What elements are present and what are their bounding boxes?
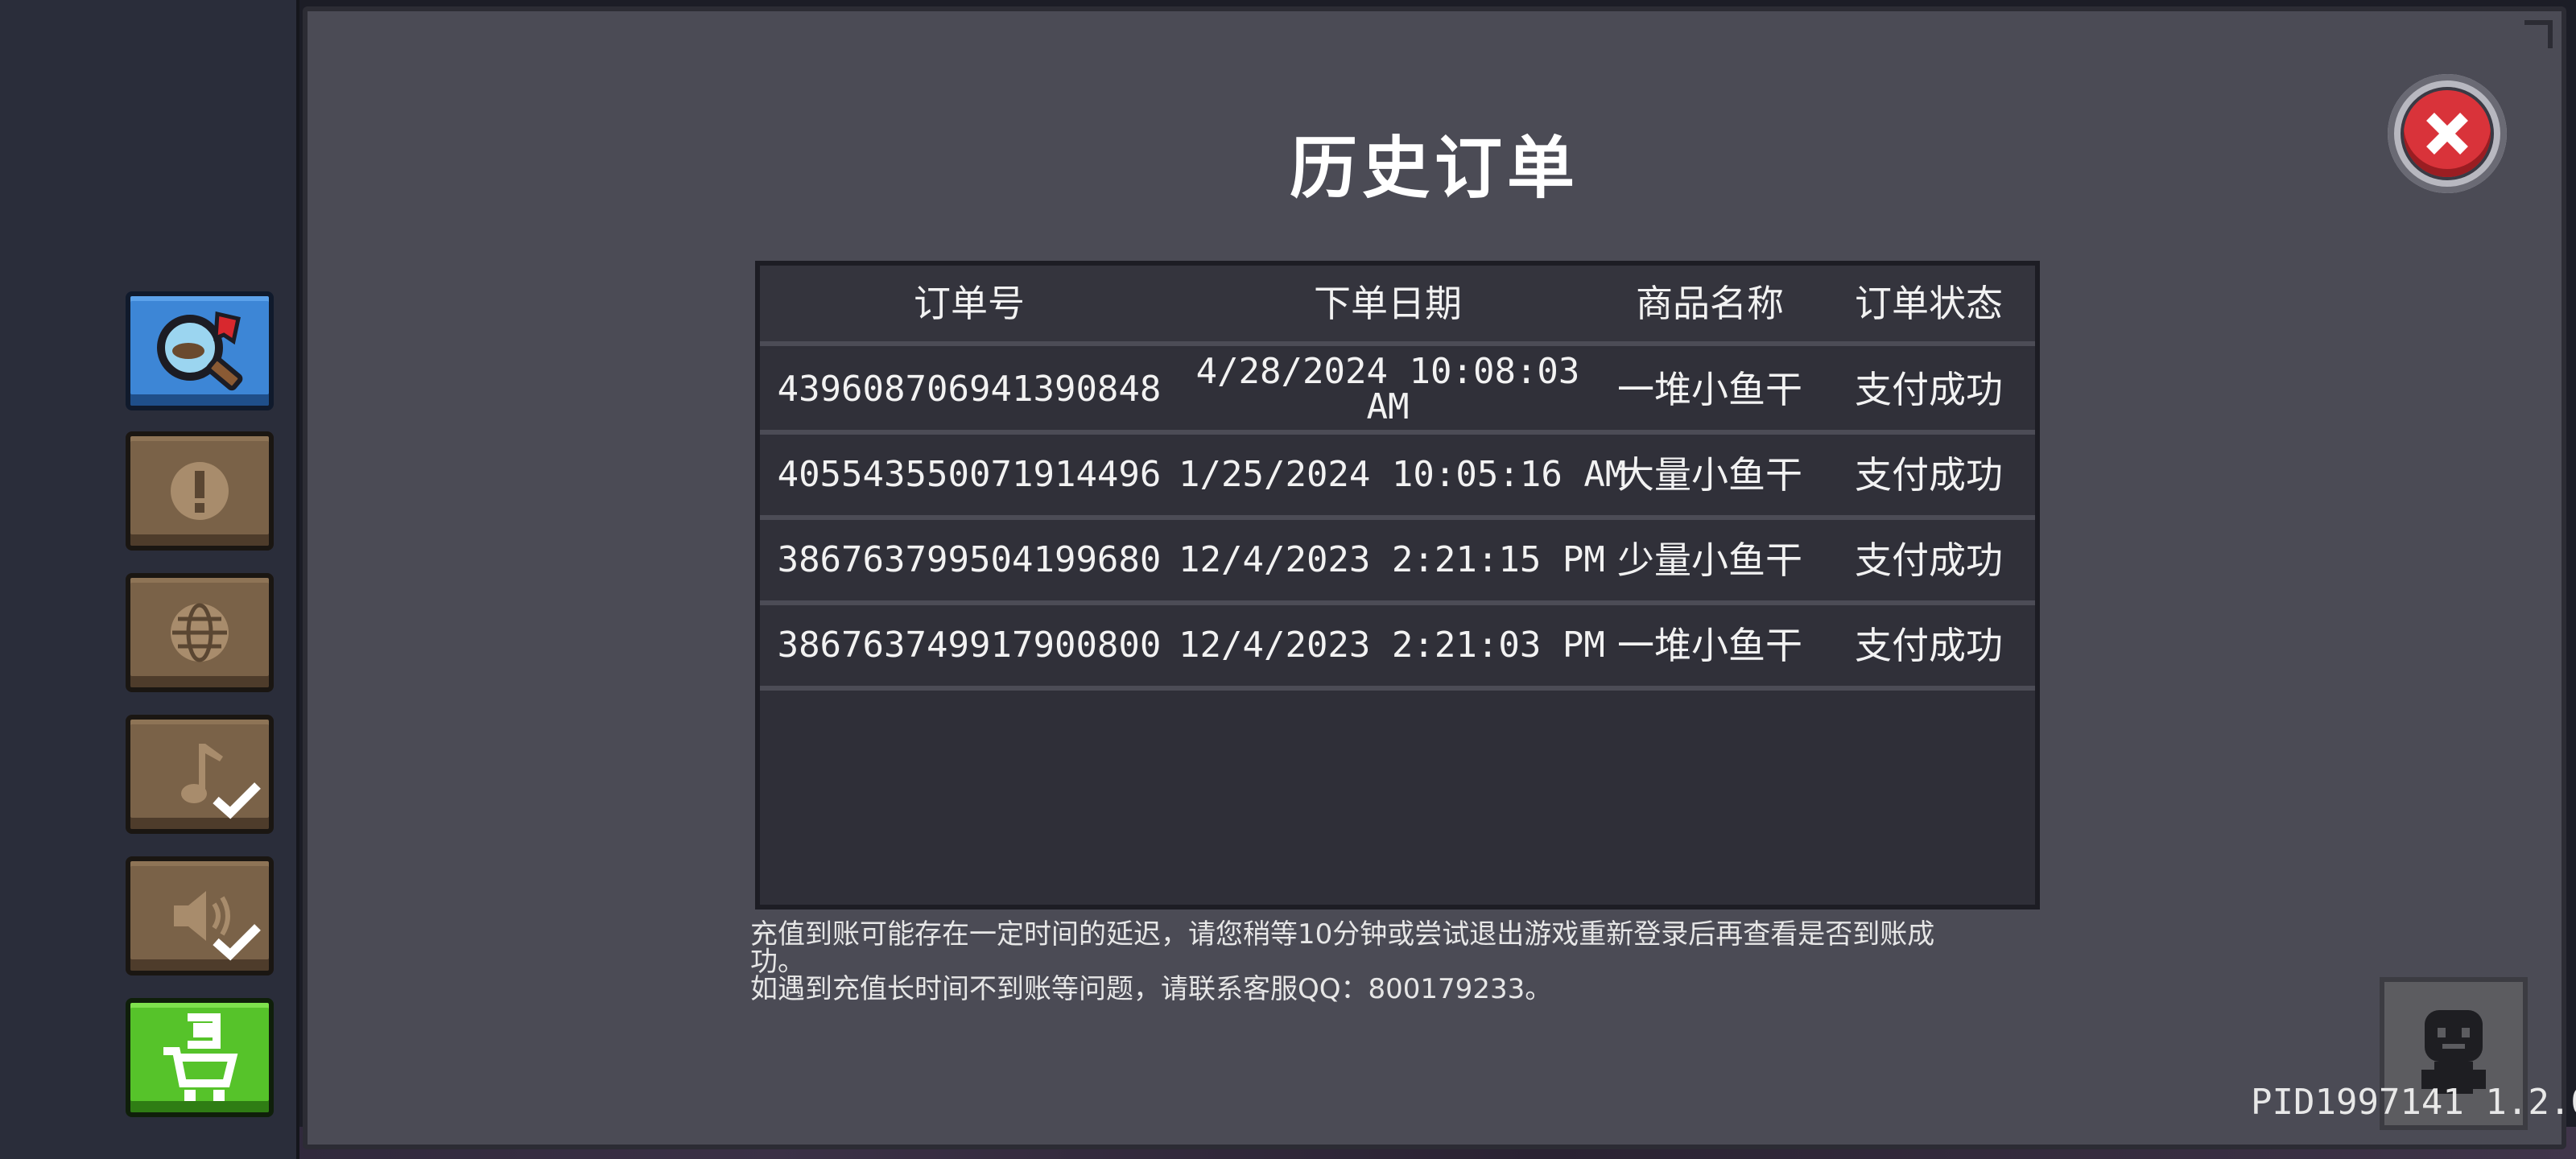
page-title: 历史订单: [1289, 129, 1579, 208]
column-header-date: 下单日期: [1314, 282, 1462, 325]
order-id-cell: 386763799504199680: [777, 539, 1162, 580]
order-date-cell: 12/4/2023 2:21:03 PM: [1179, 625, 1605, 666]
order-id-cell: 386763749917900800: [777, 625, 1162, 666]
order-status-cell: 支付成功: [1855, 624, 2003, 667]
order-id-cell: 439608706941390848: [777, 369, 1162, 410]
notice-line: 充值到账可能存在一定时间的延迟，请您稍等10分钟或尝试退出游戏重新登录后再查看是…: [750, 918, 1935, 951]
notice-line: 功。: [750, 946, 805, 978]
order-history-panel: 历史订单 订单号 下单日期 商品名称 订单状态 4396087069413908…: [303, 6, 2566, 1149]
close-button[interactable]: [2388, 74, 2507, 193]
sidebar-item-shop[interactable]: [126, 998, 274, 1117]
table-row: 439608706941390848 4/28/2024 10:08:03 AM…: [760, 349, 2035, 435]
sidebar: [0, 0, 299, 1159]
shopping-cart-icon: [163, 1013, 238, 1101]
order-date-cell: 4/28/2024 10:08:03 AM: [1195, 351, 1580, 427]
table-row: 386763749917900800 12/4/2023 2:21:03 PM …: [760, 605, 2035, 691]
globe-icon: [171, 603, 229, 662]
product-name-cell: 少量小鱼干: [1617, 538, 1802, 582]
table-header-row: 订单号 下单日期 商品名称 订单状态: [760, 266, 2035, 346]
sidebar-item-search[interactable]: [126, 291, 274, 410]
notice-line: 如遇到充值长时间不到账等问题，请联系客服QQ：800179233。: [750, 973, 1553, 1005]
order-table: 订单号 下单日期 商品名称 订单状态 439608706941390848 4/…: [755, 261, 2040, 909]
search-map-icon: [157, 311, 243, 391]
corner-decoration-icon: [2524, 20, 2553, 48]
table-row: 405543550071914496 1/25/2024 10:05:16 AM…: [760, 435, 2035, 520]
close-icon: [2404, 90, 2491, 177]
order-id-cell: 405543550071914496: [777, 454, 1162, 495]
order-date-cell: 1/25/2024 10:05:16 AM: [1179, 454, 1627, 495]
order-date-cell: 12/4/2023 2:21:15 PM: [1179, 539, 1605, 580]
version-label: PID1997141 1.2.0.1: [2251, 1082, 2576, 1123]
sidebar-item-sound[interactable]: [126, 856, 274, 975]
table-row: 386763799504199680 12/4/2023 2:21:15 PM …: [760, 520, 2035, 605]
product-name-cell: 一堆小鱼干: [1617, 624, 1802, 667]
order-status-cell: 支付成功: [1855, 538, 2003, 582]
order-status-cell: 支付成功: [1855, 453, 2003, 497]
sidebar-item-notice[interactable]: [126, 431, 274, 551]
recharge-notice: 充值到账可能存在一定时间的延迟，请您稍等10分钟或尝试退出游戏重新登录后再查看是…: [750, 921, 2054, 1003]
checkmark-icon: [213, 782, 261, 819]
sidebar-item-language[interactable]: [126, 573, 274, 692]
column-header-product: 商品名称: [1636, 282, 1784, 325]
order-status-cell: 支付成功: [1855, 368, 2003, 411]
product-name-cell: 大量小鱼干: [1617, 453, 1802, 497]
checkmark-icon: [213, 924, 261, 961]
alert-icon: [171, 462, 229, 520]
product-name-cell: 一堆小鱼干: [1617, 368, 1802, 411]
sidebar-item-music[interactable]: [126, 715, 274, 834]
column-header-order-id: 订单号: [914, 282, 1025, 325]
column-header-status: 订单状态: [1855, 282, 2003, 325]
